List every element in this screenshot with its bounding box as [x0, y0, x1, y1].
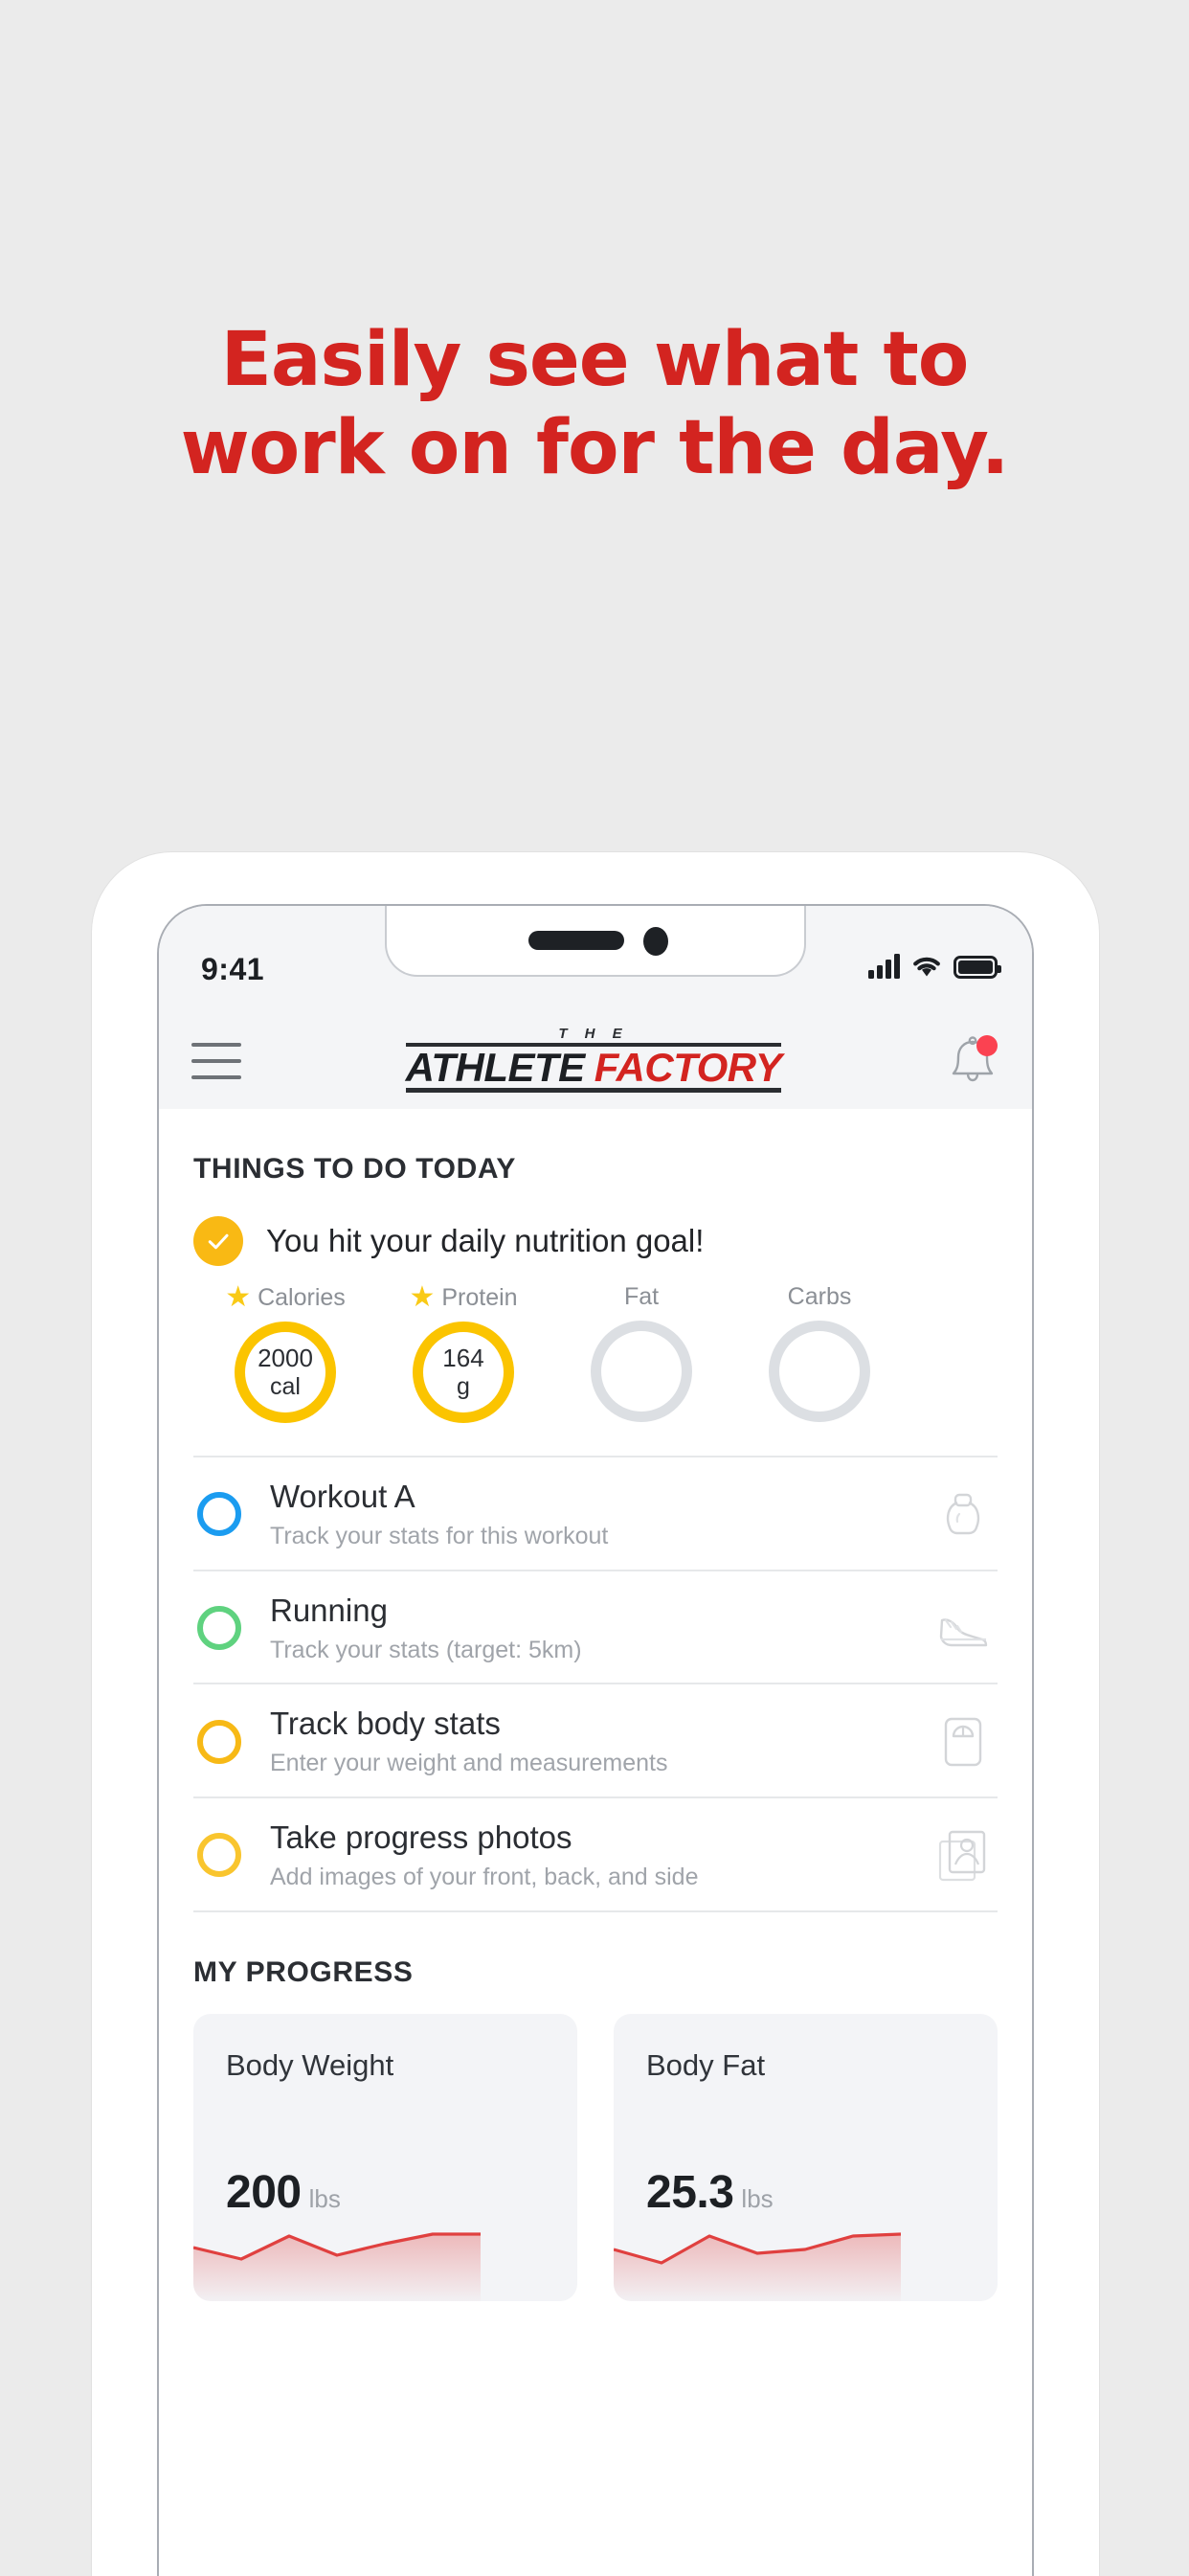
- macro-ring-carbs[interactable]: Carbs: [743, 1283, 896, 1423]
- check-circle-icon: [193, 1216, 243, 1266]
- task-title: Workout A: [270, 1479, 415, 1514]
- task-title: Running: [270, 1592, 388, 1628]
- task-checkbox-workout-a[interactable]: [197, 1492, 241, 1537]
- ring-protein: 164 g: [413, 1322, 514, 1423]
- task-subtitle: Add images of your front, back, and side: [270, 1864, 699, 1890]
- star-icon: ★: [409, 1281, 436, 1313]
- task-text-take-progress-photos: Take progress photos Add images of your …: [270, 1819, 932, 1891]
- progress-card-body-fat[interactable]: Body Fat 25.3 lbs: [614, 2013, 998, 2301]
- sparkline-area-chart-body-fat: [614, 2232, 901, 2301]
- task-list: Workout A Track your stats for this work…: [159, 1456, 1032, 1912]
- task-title: Track body stats: [270, 1706, 501, 1742]
- macro-ring-fat[interactable]: Fat: [565, 1283, 718, 1423]
- task-subtitle: Track your stats (target: 5km): [270, 1636, 582, 1663]
- phone-screen: 9:41 T H E ATHLETE FACTORY THINGS TO DO …: [157, 904, 1034, 2576]
- logo-wordmark: ATHLETE FACTORY: [405, 1042, 782, 1093]
- scale-icon: [944, 1717, 982, 1766]
- task-subtitle: Enter your weight and measurements: [270, 1750, 668, 1777]
- task-row-take-progress-photos[interactable]: Take progress photos Add images of your …: [193, 1796, 998, 1912]
- running-shoe-icon: [939, 1618, 988, 1647]
- task-title: Take progress photos: [270, 1819, 572, 1856]
- ring-value-calories: 2000: [258, 1344, 313, 1373]
- task-text-track-body-stats: Track body stats Enter your weight and m…: [270, 1706, 932, 1777]
- task-text-running: Running Track your stats (target: 5km): [270, 1593, 932, 1664]
- card-title-body-weight: Body Weight: [226, 2047, 394, 2082]
- earpiece-speaker-icon: [528, 931, 624, 950]
- nutrition-goal-text: You hit your daily nutrition goal!: [266, 1223, 705, 1258]
- headline-line-2: work on for the day.: [180, 405, 1010, 492]
- phone-mockup: 9:41 T H E ATHLETE FACTORY THINGS TO DO …: [92, 852, 1099, 2576]
- nutrition-goal-row[interactable]: You hit your daily nutrition goal!: [159, 1186, 1032, 1266]
- macro-label-carbs: Carbs: [787, 1283, 852, 1310]
- logo-athlete-text: ATHLETE: [405, 1044, 586, 1090]
- notifications-button[interactable]: [946, 1031, 999, 1091]
- macro-label-fat: Fat: [623, 1283, 660, 1310]
- hamburger-menu-icon[interactable]: [191, 1043, 241, 1079]
- status-bar-indicators: [868, 954, 1001, 979]
- task-checkbox-take-progress-photos[interactable]: [197, 1833, 241, 1878]
- macro-label-calories: Calories: [258, 1283, 346, 1311]
- macro-rings: ★ Calories 2000 cal ★ Protein 164 g Fat …: [159, 1266, 1032, 1423]
- task-checkbox-track-body-stats[interactable]: [197, 1719, 241, 1764]
- ring-value-protein: 164: [442, 1344, 484, 1373]
- cellular-signal-icon: [868, 954, 900, 979]
- headline-line-1: Easily see what to: [220, 317, 970, 403]
- task-text-workout-a: Workout A Track your stats for this work…: [270, 1479, 932, 1550]
- card-title-body-fat: Body Fat: [646, 2047, 766, 2082]
- photos-icon: [938, 1831, 986, 1882]
- check-icon: [208, 1233, 229, 1250]
- logo-the-text: T H E: [558, 1025, 629, 1042]
- app-header: T H E ATHLETE FACTORY: [159, 1013, 1032, 1109]
- notification-badge-dot: [976, 1035, 998, 1056]
- kettlebell-icon: [946, 1494, 980, 1535]
- logo-factory-text: FACTORY: [594, 1044, 782, 1090]
- ring-fat: [591, 1321, 692, 1422]
- app-logo: T H E ATHLETE FACTORY: [405, 1025, 782, 1093]
- task-row-track-body-stats[interactable]: Track body stats Enter your weight and m…: [193, 1683, 998, 1796]
- macro-label-row-carbs: Carbs: [743, 1283, 896, 1311]
- macro-label-row-calories: ★ Calories: [209, 1283, 362, 1312]
- ring-carbs: [769, 1321, 870, 1422]
- status-bar-time: 9:41: [201, 952, 265, 986]
- ring-unit-calories: cal: [270, 1372, 301, 1400]
- task-row-workout-a[interactable]: Workout A Track your stats for this work…: [193, 1456, 998, 1570]
- promo-headline: Easily see what to work on for the day.: [0, 316, 1189, 492]
- task-subtitle: Track your stats for this workout: [270, 1522, 609, 1549]
- star-icon: ★: [225, 1281, 252, 1313]
- macro-ring-calories[interactable]: ★ Calories 2000 cal: [209, 1283, 362, 1423]
- macro-ring-protein[interactable]: ★ Protein 164 g: [387, 1283, 540, 1423]
- screen-content: THINGS TO DO TODAY You hit your daily nu…: [159, 1109, 1032, 2339]
- my-progress-title: MY PROGRESS: [193, 1955, 414, 1988]
- battery-icon: [953, 956, 1001, 979]
- notch: [385, 906, 806, 977]
- status-bar: 9:41: [159, 906, 1032, 1013]
- macro-label-row-protein: ★ Protein: [387, 1283, 540, 1312]
- things-to-do-title: THINGS TO DO TODAY: [193, 1153, 516, 1185]
- sparkline-area-chart-body-weight: [193, 2232, 481, 2301]
- ring-calories: 2000 cal: [235, 1322, 336, 1423]
- task-checkbox-running[interactable]: [197, 1606, 241, 1651]
- progress-card-body-weight[interactable]: Body Weight 200 lbs: [193, 2013, 577, 2301]
- task-row-running[interactable]: Running Track your stats (target: 5km): [193, 1569, 998, 1683]
- macro-label-row-fat: Fat: [565, 1283, 718, 1311]
- wifi-icon: [913, 957, 940, 977]
- progress-cards: Body Weight 200 lbs Body Fat 25.3 lbs: [159, 1989, 1032, 2301]
- ring-unit-protein: g: [457, 1372, 470, 1400]
- front-camera-icon: [643, 927, 668, 956]
- macro-label-protein: Protein: [441, 1283, 518, 1311]
